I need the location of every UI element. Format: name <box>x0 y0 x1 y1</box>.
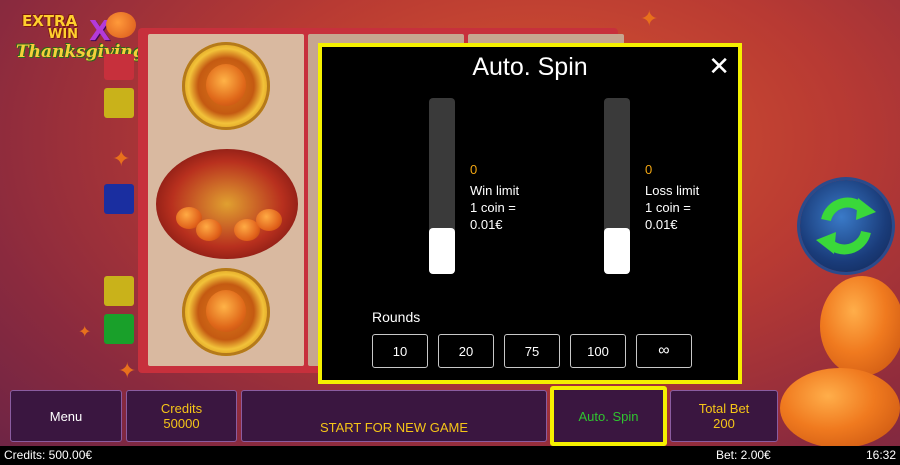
loss-limit-coin-line: 1 coin = <box>645 200 691 215</box>
total-bet-label: Total Bet <box>698 401 750 416</box>
close-icon[interactable]: ✕ <box>708 51 730 82</box>
rounds-option-20[interactable]: 20 <box>438 334 494 368</box>
pumpkin-decoration <box>780 368 900 448</box>
payline-marker <box>104 276 134 306</box>
payline-marker <box>104 184 134 214</box>
pumpkin-decoration <box>820 276 900 376</box>
loss-limit-slider[interactable] <box>604 98 630 274</box>
loss-limit-info: Loss limit 1 coin = 0.01€ <box>645 182 699 233</box>
win-limit-slider[interactable] <box>429 98 455 274</box>
status-bar: Credits: 500.00€ Bet: 2.00€ 16:32 <box>0 446 900 465</box>
logo-win: WIN <box>48 27 79 42</box>
credits-value: 50000 <box>163 416 200 431</box>
win-limit-label: Win limit <box>470 183 520 198</box>
spin-button[interactable] <box>800 180 892 272</box>
menu-label: Menu <box>49 408 83 424</box>
loss-limit-slider-thumb[interactable] <box>604 228 630 274</box>
win-limit-value: 0 <box>470 162 478 177</box>
rounds-label: Rounds <box>372 309 421 325</box>
loss-limit-value: 0 <box>645 162 653 177</box>
maple-leaf-icon: ✦ <box>640 6 659 31</box>
maple-leaf-icon: ✦ <box>78 324 92 341</box>
rounds-option-100[interactable]: 100 <box>570 334 626 368</box>
credits-display[interactable]: Credits 50000 <box>126 390 237 442</box>
status-time: 16:32 <box>866 448 897 462</box>
autospin-button[interactable]: Auto. Spin <box>550 386 667 446</box>
autospin-dialog: Auto. Spin ✕ 0 Win limit 1 coin = 0.01€ … <box>318 43 742 384</box>
menu-button[interactable]: Menu <box>10 390 122 442</box>
maple-leaf-icon: ✦ <box>118 358 137 383</box>
payline-marker <box>104 314 134 344</box>
win-limit-coin-value: 0.01€ <box>470 217 503 232</box>
win-limit-coin-line: 1 coin = <box>470 200 516 215</box>
maple-leaf-icon: ✦ <box>112 146 131 171</box>
pumpkin-icon <box>106 12 136 38</box>
pumpkin-coin-symbol <box>182 268 270 356</box>
credits-label: Credits <box>160 401 203 416</box>
rounds-option-infinite[interactable]: ∞ <box>636 334 692 368</box>
loss-limit-coin-value: 0.01€ <box>645 217 678 232</box>
autospin-label: Auto. Spin <box>578 408 639 424</box>
cornucopia-symbol <box>156 149 298 259</box>
refresh-icon <box>816 197 876 255</box>
payline-marker <box>104 54 134 80</box>
win-limit-info: Win limit 1 coin = 0.01€ <box>470 182 519 233</box>
total-bet-button[interactable]: Total Bet 200 <box>670 390 778 442</box>
start-button[interactable]: START FOR NEW GAME <box>241 390 547 442</box>
win-limit-slider-thumb[interactable] <box>429 228 455 274</box>
status-bet: Bet: 2.00€ <box>716 448 771 462</box>
status-credits: Credits: 500.00€ <box>4 448 93 462</box>
rounds-option-10[interactable]: 10 <box>372 334 428 368</box>
start-label: START FOR NEW GAME <box>319 419 469 435</box>
rounds-option-75[interactable]: 75 <box>504 334 560 368</box>
total-bet-value: 200 <box>713 416 735 431</box>
loss-limit-label: Loss limit <box>645 183 700 198</box>
payline-marker <box>104 88 134 118</box>
pumpkin-coin-symbol <box>182 42 270 130</box>
dialog-title: Auto. Spin <box>472 53 588 81</box>
reel-1 <box>148 34 304 366</box>
